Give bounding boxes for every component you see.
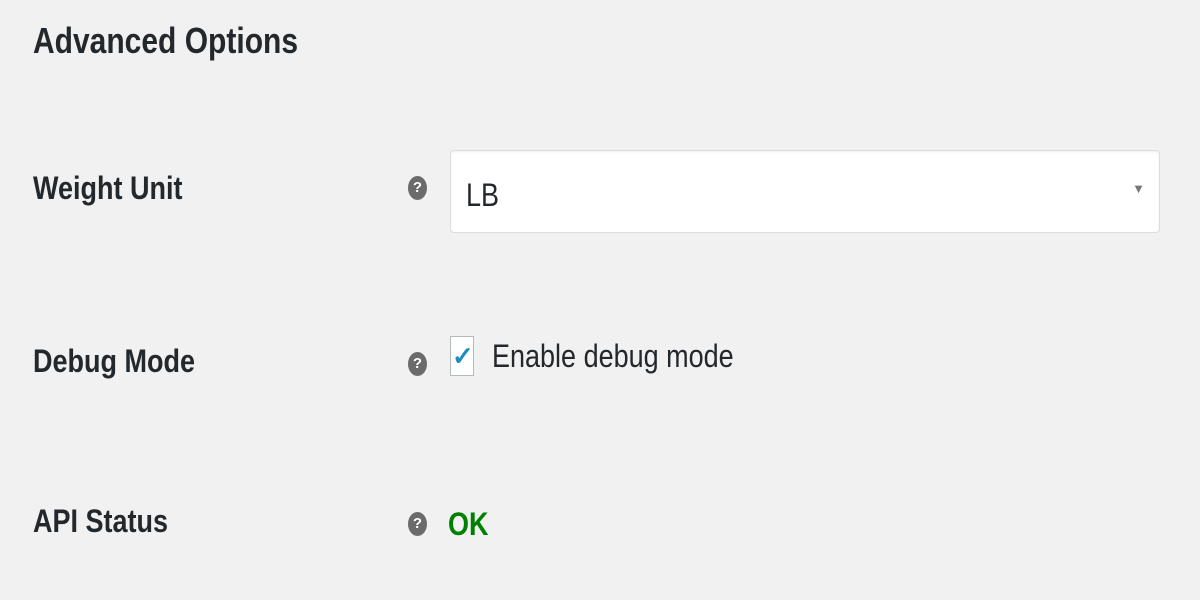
api-status-help-icon[interactable]: ? [408, 512, 427, 536]
weight-unit-help-icon[interactable]: ? [408, 176, 427, 200]
debug-mode-help-icon[interactable]: ? [408, 352, 427, 376]
chevron-down-icon: ▼ [1132, 181, 1145, 196]
section-title: Advanced Options [33, 22, 299, 62]
weight-unit-label: Weight Unit [33, 170, 183, 206]
debug-mode-label: Debug Mode [33, 343, 195, 379]
api-status-label: API Status [33, 503, 169, 539]
weight-unit-select[interactable]: LB ▼ [450, 150, 1160, 233]
debug-mode-checkbox[interactable]: ✓ [450, 336, 474, 376]
api-status-value: OK [448, 506, 489, 542]
weight-unit-value: LB [466, 177, 500, 213]
checkmark-icon: ✓ [452, 341, 474, 371]
debug-mode-checkbox-label[interactable]: Enable debug mode [492, 338, 734, 375]
